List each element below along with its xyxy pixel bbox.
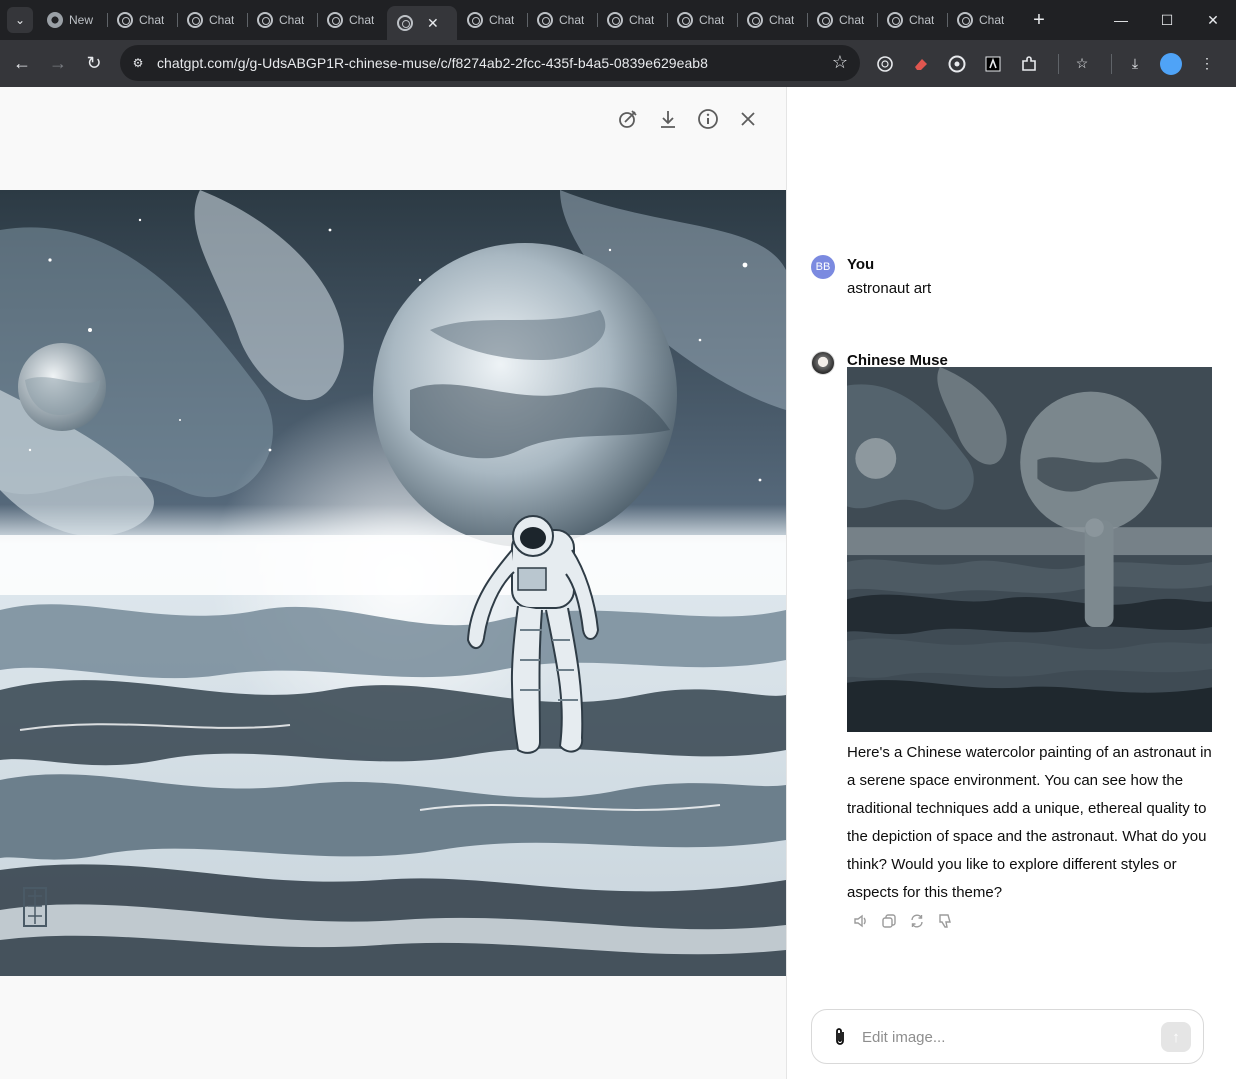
tab[interactable]: chrome-icon New [37,4,107,36]
tab[interactable]: chatgpt-icon Chat [597,4,667,36]
bookmarks-icon[interactable]: ☆ [1067,49,1097,79]
viewer-toolbar [608,105,768,133]
tab[interactable]: chatgpt-icon Chat [317,4,387,36]
tab-label: Chat [279,13,305,27]
tab[interactable]: chatgpt-icon Chat [527,4,597,36]
chatgpt-icon: chatgpt-icon [117,12,133,28]
tab-label: Chat [979,13,1005,27]
chatgpt-icon: chatgpt-icon [817,12,833,28]
chatgpt-icon: chatgpt-icon [327,12,343,28]
generated-image-large [0,190,786,976]
composer: ↑ [811,1009,1204,1064]
tab-label: Chat [909,13,935,27]
notion-extension-icon[interactable] [978,49,1008,79]
tab[interactable]: chatgpt-icon Chat [107,4,177,36]
chinese-muse-avatar [811,351,835,375]
tab[interactable]: chatgpt-icon Chat [177,4,247,36]
browser-toolbar: ← → ↻ ⚙ chatgpt.com/g/g-UdsABGP1R-chines… [0,40,1236,87]
chatgpt-icon: chatgpt-icon [887,12,903,28]
chatgpt-icon: chatgpt-icon [187,12,203,28]
browser-menu-icon[interactable]: ⋮ [1192,49,1222,79]
tab[interactable]: chatgpt-icon Chat [877,4,947,36]
address-bar[interactable]: ⚙ chatgpt.com/g/g-UdsABGP1R-chinese-muse… [120,45,860,81]
user-avatar: BB [811,255,835,279]
image-viewer [0,87,787,1079]
copy-icon[interactable] [875,911,903,931]
tab-list: chrome-iconNewchatgpt-iconChatchatgpt-ic… [37,0,1017,40]
downloads-icon[interactable]: ⤓ [1120,49,1150,79]
tab-label: Chat [209,13,235,27]
chatgpt-icon: chatgpt-icon [677,12,693,28]
assistant-reply-text: Here's a Chinese watercolor painting of … [847,744,1212,901]
chatgpt-icon: chatgpt-icon [747,12,763,28]
generated-image-thumbnail[interactable] [847,367,1212,732]
reload-button[interactable]: ↻ [76,46,112,82]
tab-label: Chat [839,13,865,27]
eraser-extension-icon[interactable] [906,49,936,79]
read-aloud-icon[interactable] [847,911,875,931]
openai-extension-icon[interactable] [870,49,900,79]
chatgpt-icon: chatgpt-icon [467,12,483,28]
chatgpt-icon: chatgpt-icon [537,12,553,28]
info-icon[interactable] [688,105,728,133]
tab-label: Chat [559,13,585,27]
tab-label: Chat [699,13,725,27]
message-actions [847,911,959,931]
edit-selection-icon[interactable] [608,105,648,133]
chrome-icon: chrome-icon [47,12,63,28]
close-icon[interactable] [728,105,768,133]
window-close-icon[interactable]: ✕ [1190,0,1236,40]
thumbs-down-icon[interactable] [931,911,959,931]
send-arrow-icon[interactable]: ↑ [1161,1022,1191,1052]
extensions-area: ☆ ⤓ ⋮ [870,40,1228,87]
tab[interactable]: chatgpt-icon Chat [807,4,877,36]
profile-avatar-icon[interactable] [1156,49,1186,79]
chatgpt-icon: chatgpt-icon [607,12,623,28]
minimize-icon[interactable]: — [1098,0,1144,40]
toolbar-separator [1111,53,1112,74]
bookmark-star-icon[interactable]: ☆ [832,52,848,73]
back-button[interactable]: ← [4,46,40,82]
attach-paperclip-icon[interactable] [828,1025,852,1049]
chatgpt-icon: chatgpt-icon [397,15,413,31]
site-info-icon[interactable]: ⚙ [126,51,150,75]
url-text[interactable]: chatgpt.com/g/g-UdsABGP1R-chinese-muse/c… [157,55,708,71]
tab-label: Chat [769,13,795,27]
tab-search-button[interactable]: ⌄ [7,7,33,33]
regenerate-icon[interactable] [903,911,931,931]
tab-active[interactable]: chatgpt-icon ✕ [387,6,457,40]
tab[interactable]: chatgpt-icon Chat [737,4,807,36]
browser-tabstrip: ⌄ chrome-iconNewchatgpt-iconChatchatgpt-… [0,0,1236,40]
tab[interactable]: chatgpt-icon Chat [457,4,527,36]
chatgpt-icon: chatgpt-icon [957,12,973,28]
maximize-icon[interactable]: ☐ [1144,0,1190,40]
tab-label: Chat [139,13,165,27]
user-message-text: astronaut art [847,280,932,297]
toolbar-separator [1058,53,1059,74]
tab-label: Chat [629,13,655,27]
new-tab-button[interactable]: + [1027,9,1051,32]
tab[interactable]: chatgpt-icon Chat [247,4,317,36]
edit-image-input[interactable] [862,1024,1142,1050]
speed-extension-icon[interactable] [942,49,972,79]
download-icon[interactable] [648,105,688,133]
tab-label: Chat [489,13,515,27]
forward-button[interactable]: → [40,46,76,82]
window-controls: — ☐ ✕ [1098,0,1236,40]
chat-panel: BB You astronaut art Chinese Muse Here's… [787,87,1236,1079]
tab[interactable]: chatgpt-icon Chat [947,4,1017,36]
tab[interactable]: chatgpt-icon Chat [667,4,737,36]
chatgpt-icon: chatgpt-icon [257,12,273,28]
extensions-puzzle-icon[interactable] [1014,49,1044,79]
tab-label: Chat [349,13,375,27]
user-name: You [847,256,875,273]
tab-close-icon[interactable]: ✕ [427,15,439,32]
tab-label: New [69,13,94,27]
